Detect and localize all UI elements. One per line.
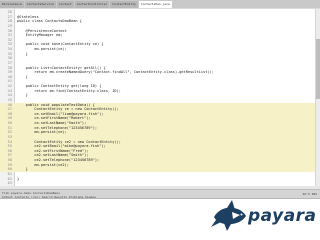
editor-tab[interactable]: ContactEntity bbox=[110, 1, 138, 8]
editor-tab[interactable]: Contact bbox=[56, 1, 74, 8]
vertical-scrollbar[interactable] bbox=[315, 9, 320, 186]
editor-tab[interactable]: ContactsDao.java bbox=[138, 1, 172, 8]
output-tabs[interactable]: Output Contacts (run) Search Results Pro… bbox=[2, 195, 96, 199]
code-lines: 26 27 @Stateless 28 public class ContactsDao… bbox=[0, 10, 316, 186]
editor-tab[interactable]: Persistence bbox=[0, 1, 24, 8]
editor-tab-bar: Persistence ContactsService Contact Contact… bbox=[0, 0, 320, 8]
ide-window: Persistence ContactsService Contact Contact… bbox=[0, 0, 320, 199]
payara-logo: payara bbox=[210, 196, 316, 236]
editor-tab[interactable]: ContactController bbox=[74, 1, 110, 8]
code-editor[interactable]: 26 27 @Stateless 28 public class ContactsDao… bbox=[0, 9, 320, 186]
editor-tab[interactable]: ContactsService bbox=[24, 1, 56, 8]
payara-fish-icon bbox=[211, 200, 246, 231]
scrollbar-thumb[interactable] bbox=[316, 39, 320, 99]
payara-wordmark: payara bbox=[248, 206, 317, 226]
